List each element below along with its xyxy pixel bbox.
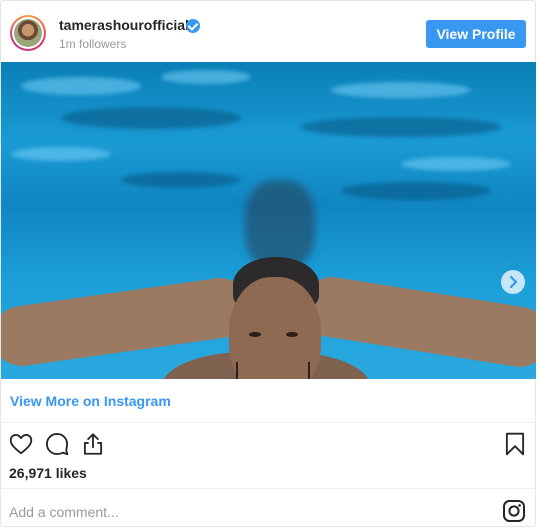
share-button[interactable] bbox=[80, 431, 106, 457]
next-image-button[interactable] bbox=[501, 270, 525, 294]
instagram-logo-link[interactable] bbox=[502, 499, 526, 523]
save-button[interactable] bbox=[502, 431, 528, 457]
divider bbox=[1, 422, 536, 423]
verified-badge-icon bbox=[186, 19, 200, 33]
username[interactable]: tamerashourofficial bbox=[59, 17, 189, 33]
chevron-right-icon bbox=[509, 275, 518, 289]
instagram-embed-card: tamerashourofficial 1m followers View Pr… bbox=[0, 0, 536, 527]
like-button[interactable] bbox=[8, 431, 34, 457]
comment-input[interactable] bbox=[9, 501, 479, 523]
avatar[interactable] bbox=[10, 15, 46, 51]
post-header: tamerashourofficial 1m followers View Pr… bbox=[1, 1, 537, 61]
heart-icon bbox=[9, 433, 33, 455]
view-profile-button[interactable]: View Profile bbox=[426, 20, 526, 48]
likes-count[interactable]: 26,971 likes bbox=[9, 465, 87, 481]
divider bbox=[1, 488, 536, 489]
instagram-icon bbox=[503, 500, 525, 522]
view-more-link[interactable]: View More on Instagram bbox=[10, 393, 171, 409]
avatar-photo bbox=[14, 19, 42, 47]
follower-count: 1m followers bbox=[59, 37, 127, 51]
share-icon bbox=[83, 433, 103, 455]
comment-icon bbox=[46, 433, 69, 456]
post-image[interactable] bbox=[1, 62, 536, 379]
bookmark-icon bbox=[505, 432, 525, 456]
comment-button[interactable] bbox=[44, 431, 70, 457]
